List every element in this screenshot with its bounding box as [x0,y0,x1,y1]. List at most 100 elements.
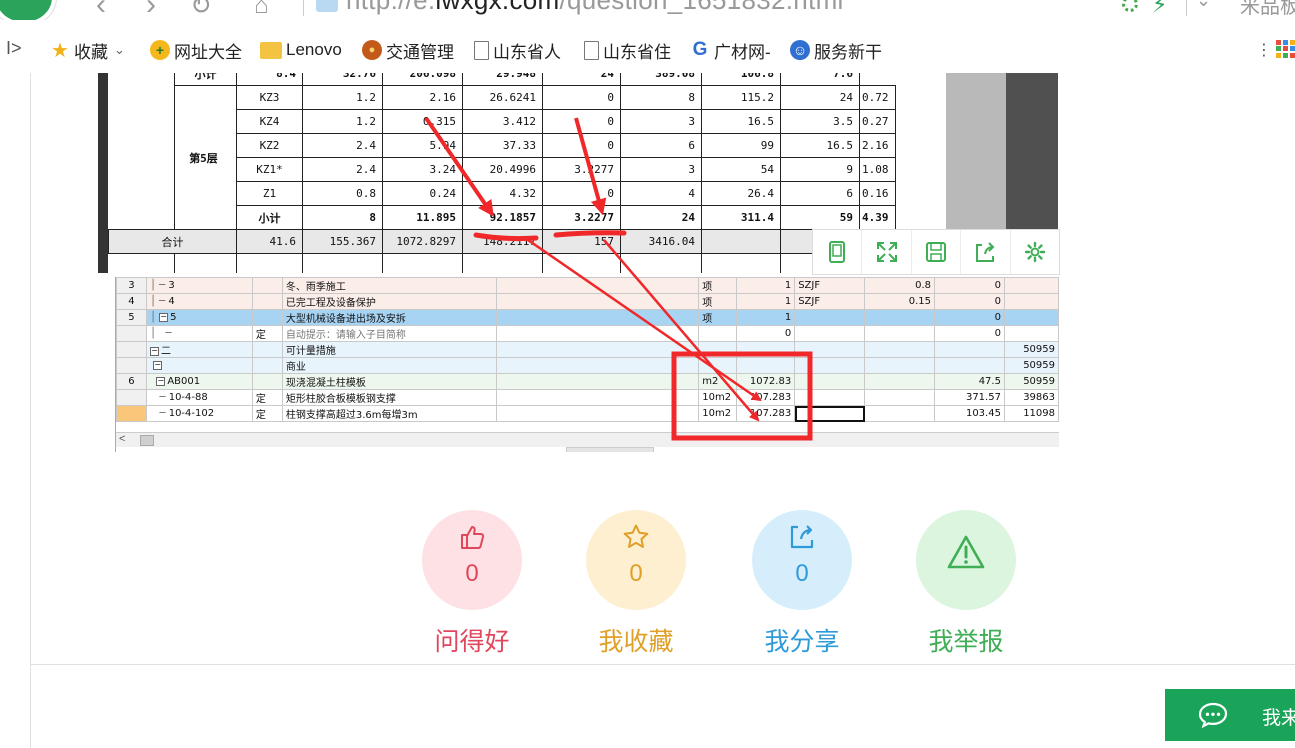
home-icon[interactable]: ⌂ [254,0,269,20]
image-left-edge [98,73,108,273]
address-bar[interactable]: http://e.lwxgx.com/question_1651832.html [346,0,844,16]
extension-icon[interactable] [1122,0,1138,12]
bookmark-service[interactable]: ☺ 服务新干 [790,38,882,62]
table-cell: 3.412 [462,109,543,134]
apps-icon[interactable] [1276,40,1295,58]
table-cell [302,253,383,273]
table-cell: 148.2117 [462,229,543,254]
bookmark-url-directory[interactable]: + 网址大全 [150,38,242,62]
table-row[interactable]: − 二 可计量措施 50959 [116,341,1059,358]
table-cell: 2.4 [302,133,383,158]
table-cell [701,229,781,254]
table-cell: 0.16 [859,181,896,206]
name-cell: 已完工程及设备保护 [281,293,497,310]
table-row[interactable]: 5 │ −5 大型机械设备进出场及安拆 项 1 0 [116,309,1059,326]
table-cell: 0.24 [382,181,463,206]
table-cell: 3.5 [780,109,860,134]
answer-chat-button[interactable]: 我来 [1165,689,1295,741]
refresh-icon[interactable]: ↻ [190,0,212,20]
table-row[interactable]: ─ 10-4-102 定 柱钢支撑高超过3.6m每增3m 10m2 107.28… [116,405,1059,422]
type-cell: 定 [251,389,283,406]
chevron-down-icon[interactable]: ⌄ [1196,0,1211,11]
collapse-toggle-icon[interactable]: − [156,376,166,386]
seal-icon: ● [362,40,382,60]
browser-logo-icon[interactable] [0,0,56,20]
table-cell: 3.24 [382,157,463,182]
base-cell: SZJF [794,277,866,294]
collapse-toggle-icon[interactable]: − [153,360,163,370]
action-favorite[interactable]: 0 我收藏 [586,510,686,656]
scroll-left-icon[interactable]: < [119,433,125,445]
spec-cell [495,357,700,374]
name-cell[interactable]: 自动提示：请输入子目简称 [281,325,497,342]
chat-bubble-icon [1198,702,1228,728]
action-label[interactable]: 我举报 [886,622,1046,658]
page-border [30,73,31,748]
selected-cell[interactable] [794,405,866,422]
rate-cell [864,389,936,406]
top-right-text[interactable]: 米品板 [1240,0,1295,19]
scrollbar-thumb[interactable] [140,435,154,446]
action-circle[interactable]: 0 [422,510,522,610]
action-report[interactable]: 我举报 [916,510,1016,656]
action-circle[interactable]: 0 [586,510,686,610]
spec-cell [495,405,700,422]
action-circle[interactable] [916,510,1016,610]
forward-icon[interactable]: › [146,0,156,20]
bookmark-favorites[interactable]: ★ 收藏 ⌄ [50,38,125,62]
type-cell: 定 [251,325,283,342]
chevron-down-icon[interactable]: ⌄ [114,42,125,58]
share-button[interactable] [961,230,1011,274]
table-row[interactable]: 4 │ ─ 4 已完工程及设备保护 项 1 SZJF 0.15 0 [116,293,1059,310]
table-cell: 3.2277 [542,157,621,182]
lightning-icon[interactable]: ⚡ [1152,0,1167,18]
action-label[interactable]: 我分享 [722,622,882,658]
settings-button[interactable] [1011,230,1059,274]
table-row[interactable]: │ ─ 定 自动提示：请输入子目简称 0 0 [116,325,1059,342]
unit-cell: m2 [698,373,738,390]
rate-cell [864,357,936,374]
more-icon[interactable]: ⋮ [1256,40,1272,60]
action-circle[interactable]: 0 [752,510,852,610]
action-label[interactable]: 问得好 [392,622,552,658]
steel-quantity-table: 小计 8.4 32.76 206.098 29.948 24 389.08 10… [108,73,896,273]
table-cell: Z1 [236,181,303,206]
bookmark-shandong-2[interactable]: 山东省住 [584,38,671,62]
collapse-toggle-icon[interactable]: − [149,346,159,356]
bookmark-gcw[interactable]: G 广材网- [690,38,771,62]
table-row[interactable]: 6 − AB001 现浇混凝土柱模板 m2 1072.83 47.5 50959 [116,373,1059,390]
base-cell [794,373,866,390]
code-cell: − [145,357,253,374]
bookmark-lenovo[interactable]: Lenovo [260,38,342,62]
row-number [116,325,147,342]
collapse-toggle-icon[interactable]: − [159,312,169,322]
table-row[interactable]: 3 │ ─ 3 冬、雨季施工 项 1 SZJF 0.8 0 [116,277,1059,294]
type-cell [251,373,283,390]
table-cell: 4 [620,181,702,206]
back-icon[interactable]: ‹ [96,0,106,20]
budget-grid-table: 3 │ ─ 3 冬、雨季施工 项 1 SZJF 0.8 0 4 │ ─ 4 已完… [116,277,1059,422]
bookmark-traffic[interactable]: ● 交通管理 [362,38,454,62]
save-button[interactable] [912,230,962,274]
table-row[interactable]: − 商业 50959 [116,357,1059,374]
action-good-question[interactable]: 0 问得好 [422,510,522,656]
price-cell: 47.5 [934,373,1005,390]
row-number: 6 [116,373,147,390]
horizontal-scrollbar[interactable]: < [116,432,1059,447]
action-share[interactable]: 0 我分享 [752,510,852,656]
secondary-scrollbar[interactable] [566,447,654,452]
spec-cell [495,373,700,390]
table-cell [108,157,175,182]
action-label[interactable]: 我收藏 [556,622,716,658]
sidebar-toggle-icon[interactable]: I> [6,38,22,59]
table-cell: 16.5 [780,133,860,158]
tablet-view-button[interactable] [813,230,863,274]
table-cell [108,181,175,206]
table-cell: 合计 [108,229,237,254]
bookmark-shandong-1[interactable]: 山东省人 [474,38,561,62]
fullscreen-button[interactable] [862,230,912,274]
rate-cell [864,341,936,358]
row-number [116,341,147,358]
table-row[interactable]: ─ 10-4-88 定 矩形柱胶合板模板钢支撑 10m2 107.283 371… [116,389,1059,406]
gear-icon [1024,241,1046,263]
